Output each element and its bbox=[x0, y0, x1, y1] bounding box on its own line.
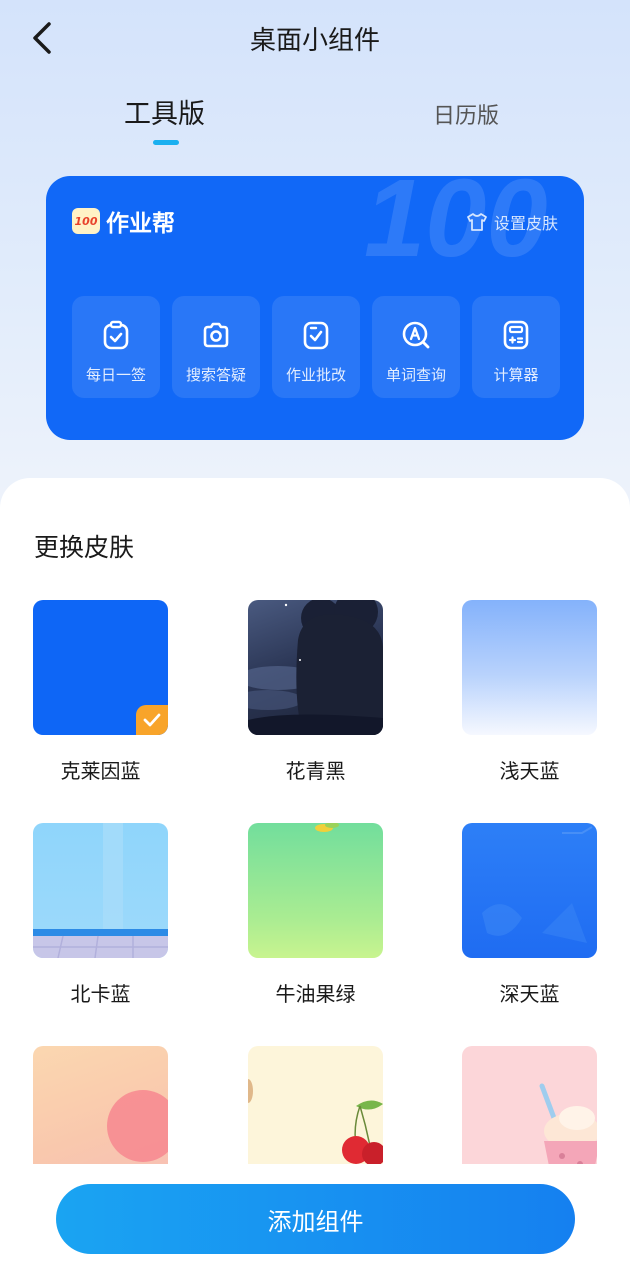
calculator-icon bbox=[503, 320, 529, 350]
skin-label: 克莱因蓝 bbox=[60, 759, 141, 783]
homework-check-icon bbox=[303, 321, 329, 350]
skin-peach[interactable] bbox=[33, 1046, 168, 1164]
skin-cream-cherry[interactable] bbox=[248, 1046, 383, 1164]
tshirt-icon bbox=[467, 213, 487, 231]
checkmark-icon bbox=[143, 713, 161, 727]
skin-thumbnail bbox=[33, 823, 168, 958]
tool-row: 每日一签 搜索答疑 作业批改 单词查询 计算器 bbox=[72, 296, 560, 398]
tool-search-answer[interactable]: 搜索答疑 bbox=[172, 296, 260, 398]
skin-label: 浅天蓝 bbox=[499, 759, 560, 783]
room-scene-image bbox=[33, 823, 168, 958]
skin-thumbnail bbox=[462, 600, 597, 735]
skin-label: 北卡蓝 bbox=[70, 982, 131, 1006]
skin-thumbnail bbox=[33, 1046, 168, 1164]
section-title: 更换皮肤 bbox=[34, 533, 135, 562]
header: 桌面小组件 bbox=[0, 0, 630, 80]
skin-thumbnail bbox=[462, 823, 597, 958]
skin-label: 深天蓝 bbox=[499, 982, 560, 1006]
skin-thumbnail bbox=[462, 1046, 597, 1164]
tool-label: 计算器 bbox=[493, 366, 539, 384]
page-title: 桌面小组件 bbox=[249, 26, 380, 56]
skin-klein-blue[interactable]: 克莱因蓝 bbox=[33, 600, 168, 784]
tool-label: 每日一签 bbox=[85, 366, 146, 384]
skin-label: 花青黑 bbox=[285, 759, 346, 783]
peach-blob-image bbox=[107, 1090, 168, 1162]
skin-thumbnail bbox=[33, 600, 168, 735]
tab-tool-version[interactable]: 工具版 bbox=[124, 92, 205, 131]
set-skin-label: 设置皮肤 bbox=[493, 214, 558, 233]
skin-sakura-pink[interactable] bbox=[462, 1046, 597, 1164]
skin-cyan-black[interactable]: 花青黑 bbox=[248, 600, 383, 784]
tool-calculator[interactable]: 计算器 bbox=[472, 296, 560, 398]
brand-name: 作业帮 bbox=[106, 211, 175, 237]
skin-avocado-green[interactable]: 牛油果绿 bbox=[248, 823, 383, 1007]
tool-word-lookup[interactable]: 单词查询 bbox=[372, 296, 460, 398]
skin-thumbnail bbox=[248, 600, 383, 735]
brand-logo-icon: 100 bbox=[72, 208, 100, 234]
add-widget-button[interactable]: 添加组件 bbox=[56, 1184, 575, 1254]
skin-thumbnail bbox=[248, 1046, 383, 1164]
widget-preview: 100 100 作业帮 设置皮肤 每日一签 搜索答疑 作业批改 单词查询 计算器 bbox=[46, 176, 584, 440]
camera-icon bbox=[203, 322, 229, 348]
clipboard-check-icon bbox=[103, 320, 129, 350]
brand: 100 作业帮 bbox=[72, 204, 175, 238]
bee-icon bbox=[315, 823, 339, 832]
milkshake-icon bbox=[539, 1083, 597, 1164]
skin-label: 牛油果绿 bbox=[275, 982, 356, 1006]
tool-label: 单词查询 bbox=[385, 366, 446, 384]
word-search-icon bbox=[402, 321, 430, 349]
cherry-icon bbox=[248, 1079, 383, 1164]
skin-light-sky-blue[interactable]: 浅天蓝 bbox=[462, 600, 597, 784]
tool-daily-sign[interactable]: 每日一签 bbox=[72, 296, 160, 398]
skin-carolina-blue[interactable]: 北卡蓝 bbox=[33, 823, 168, 1007]
night-scene-image bbox=[248, 600, 383, 735]
skin-deep-sky-blue[interactable]: 深天蓝 bbox=[462, 823, 597, 1007]
set-skin-button[interactable]: 设置皮肤 bbox=[466, 210, 558, 234]
tool-label: 搜索答疑 bbox=[185, 366, 246, 384]
skin-grid: 克莱因蓝 花青黑 浅天蓝 北卡蓝 牛油果绿 深天蓝 bbox=[33, 600, 597, 1164]
tab-bar: 工具版 日历版 bbox=[0, 92, 630, 152]
selected-badge bbox=[136, 705, 168, 735]
tool-label: 作业批改 bbox=[285, 366, 346, 384]
deep-sky-pattern bbox=[482, 826, 593, 943]
skin-sheet: 更换皮肤 克莱因蓝 花青黑 浅天蓝 北卡蓝 牛油果绿 深天蓝 添加组件 bbox=[0, 478, 630, 1280]
active-tab-indicator bbox=[153, 140, 179, 145]
tab-calendar-version[interactable]: 日历版 bbox=[433, 98, 499, 130]
tool-homework-correct[interactable]: 作业批改 bbox=[272, 296, 360, 398]
skin-thumbnail bbox=[248, 823, 383, 958]
